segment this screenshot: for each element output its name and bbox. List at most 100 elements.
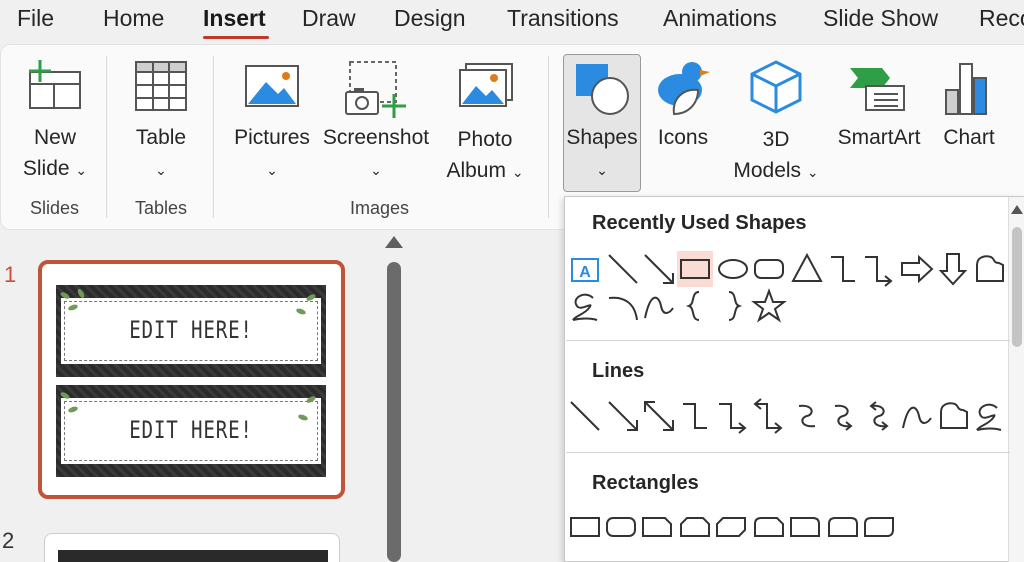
lines-heading: Lines xyxy=(592,360,645,382)
snip-diagonal-rectangle-shape-icon[interactable] xyxy=(713,509,749,545)
snip-same-side-rectangle-shape-icon[interactable] xyxy=(677,509,713,545)
scroll-thumb[interactable] xyxy=(1012,227,1022,347)
pictures-button[interactable]: Pictures ⌄ xyxy=(230,122,314,186)
round-same-side-rectangle-shape-icon[interactable] xyxy=(825,509,861,545)
recently-used-shapes-heading: Recently Used Shapes xyxy=(592,212,807,234)
chevron-down-icon: ⌄ xyxy=(155,162,167,178)
pictures-icon[interactable] xyxy=(244,62,300,115)
smartart-icon[interactable] xyxy=(848,64,908,117)
screenshot-button[interactable]: Screenshot ⌄ xyxy=(320,122,432,186)
rectangle-shape-icon[interactable] xyxy=(677,251,713,287)
scribble-shape-icon[interactable] xyxy=(567,288,603,324)
tab-file[interactable]: File xyxy=(17,5,54,32)
slides-scrollbar[interactable] xyxy=(387,262,401,562)
new-slide-icon[interactable] xyxy=(24,58,84,119)
3d-models-icon[interactable] xyxy=(748,58,804,121)
chevron-down-icon: ⌄ xyxy=(596,162,608,178)
label-text: EDIT HERE! xyxy=(129,316,253,344)
group-label-tables: Tables xyxy=(135,198,188,218)
divider xyxy=(566,452,1010,453)
double-arrow-line-shape-icon[interactable] xyxy=(641,398,677,434)
slide-thumbnail-2[interactable] xyxy=(44,533,340,562)
elbow-connector-shape-icon[interactable] xyxy=(825,251,861,287)
elbow-connector-shape-icon[interactable] xyxy=(677,398,713,434)
line-shape-icon[interactable] xyxy=(605,251,641,287)
tab-insert[interactable]: Insert xyxy=(203,5,266,32)
freeform-shape-icon[interactable] xyxy=(971,251,1007,287)
curved-arrow-connector-shape-icon[interactable] xyxy=(825,398,861,434)
rectangle-shape-icon[interactable] xyxy=(567,509,603,545)
tab-transitions[interactable]: Transitions xyxy=(507,5,619,32)
screenshot-icon[interactable] xyxy=(344,58,408,125)
photo-album-icon[interactable] xyxy=(458,62,516,117)
leaf-decoration xyxy=(59,290,71,301)
slide-number-2: 2 xyxy=(2,528,15,553)
menu-bar: File Home Insert Draw Design Transitions… xyxy=(0,0,1024,40)
snip-corner-rectangle-shape-icon[interactable] xyxy=(639,509,675,545)
label-text-box: EDIT HERE! xyxy=(61,398,321,464)
arc-shape-icon[interactable] xyxy=(605,288,641,324)
group-label-images: Images xyxy=(350,198,410,218)
label-text-box: EDIT HERE! xyxy=(61,298,321,364)
scroll-up-arrow-icon[interactable] xyxy=(1011,205,1023,214)
triangle-shape-icon[interactable] xyxy=(789,251,825,287)
slide-number-1: 1 xyxy=(4,262,17,287)
curved-connector-shape-icon[interactable] xyxy=(789,398,825,434)
smartart-button[interactable]: SmartArt xyxy=(832,122,926,153)
3d-models-button[interactable]: 3D Models ⌄ xyxy=(726,124,826,188)
table-button[interactable]: Table ⌄ xyxy=(124,122,198,186)
label-card: EDIT HERE! xyxy=(56,385,326,477)
curve-shape-icon[interactable] xyxy=(641,288,677,324)
tab-home[interactable]: Home xyxy=(103,5,164,32)
table-icon[interactable] xyxy=(133,58,189,119)
round-single-corner-rectangle-shape-icon[interactable] xyxy=(787,509,823,545)
chevron-down-icon: ⌄ xyxy=(266,162,278,178)
group-label-slides: Slides xyxy=(30,198,80,218)
freeform-shape-icon[interactable] xyxy=(935,398,971,434)
svg-text:A: A xyxy=(579,264,591,281)
round-diagonal-rectangle-shape-icon[interactable] xyxy=(861,509,897,545)
arrow-line-shape-icon[interactable] xyxy=(641,251,677,287)
tab-design[interactable]: Design xyxy=(394,5,466,32)
chart-icon[interactable] xyxy=(942,60,994,121)
scroll-up-arrow-icon[interactable] xyxy=(385,236,403,248)
leaf-decoration xyxy=(59,390,71,401)
divider xyxy=(548,56,549,218)
dropdown-scrollbar[interactable] xyxy=(1008,197,1024,562)
label-text: EDIT HERE! xyxy=(129,416,253,444)
chart-button[interactable]: Chart xyxy=(936,122,1002,153)
tab-draw[interactable]: Draw xyxy=(302,5,356,32)
tab-animations[interactable]: Animations xyxy=(663,5,777,32)
rectangles-heading: Rectangles xyxy=(592,472,699,494)
divider xyxy=(106,56,107,218)
label-card: EDIT HERE! xyxy=(56,285,326,377)
rounded-rectangle-shape-icon[interactable] xyxy=(751,251,787,287)
curve-shape-icon[interactable] xyxy=(899,398,935,434)
divider xyxy=(566,340,1010,341)
snip-round-rectangle-shape-icon[interactable] xyxy=(751,509,787,545)
tab-record[interactable]: Reco xyxy=(979,5,1024,32)
chevron-down-icon: ⌄ xyxy=(370,162,382,178)
divider xyxy=(213,56,214,218)
text-box-shape-icon[interactable]: A xyxy=(567,251,603,287)
elbow-double-arrow-connector-shape-icon[interactable] xyxy=(751,398,787,434)
icons-button[interactable]: Icons xyxy=(650,122,716,153)
curved-double-arrow-connector-shape-icon[interactable] xyxy=(861,398,897,434)
elbow-arrow-connector-shape-icon[interactable] xyxy=(715,398,751,434)
tab-slide-show[interactable]: Slide Show xyxy=(823,5,938,32)
photo-album-button[interactable]: Photo Album ⌄ xyxy=(440,124,530,188)
new-slide-button[interactable]: New Slide ⌄ xyxy=(14,122,96,186)
right-arrow-shape-icon[interactable] xyxy=(899,251,935,287)
arrow-line-shape-icon[interactable] xyxy=(605,398,641,434)
right-brace-shape-icon[interactable] xyxy=(715,288,751,324)
icons-icon[interactable] xyxy=(654,60,712,125)
star-shape-icon[interactable] xyxy=(751,288,787,324)
line-shape-icon[interactable] xyxy=(567,398,603,434)
down-arrow-shape-icon[interactable] xyxy=(935,251,971,287)
scribble-shape-icon[interactable] xyxy=(971,398,1007,434)
left-brace-shape-icon[interactable] xyxy=(677,288,713,324)
elbow-arrow-connector-shape-icon[interactable] xyxy=(861,251,897,287)
rounded-rectangle-shape-icon[interactable] xyxy=(603,509,639,545)
slide-thumbnail-1[interactable]: EDIT HERE! EDIT HERE! xyxy=(38,260,345,499)
oval-shape-icon[interactable] xyxy=(715,251,751,287)
